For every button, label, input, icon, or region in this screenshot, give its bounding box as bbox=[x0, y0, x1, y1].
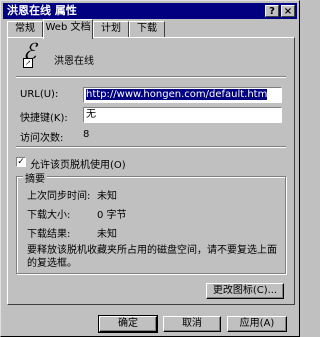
summary-legend: 摘要 bbox=[23, 170, 47, 185]
tab-general[interactable]: 常规 bbox=[7, 21, 43, 37]
summary-note: 要释放该脱机收藏夹所占用的磁盘空间，请不要复选上面的复选框。 bbox=[27, 245, 277, 269]
divider bbox=[16, 146, 286, 148]
download-result-value: 未知 bbox=[97, 229, 117, 240]
close-button[interactable]: × bbox=[281, 5, 295, 17]
shortcut-key-field[interactable]: 无 bbox=[83, 107, 282, 123]
last-sync-label: 上次同步时间: bbox=[27, 191, 91, 202]
offline-checkbox-label[interactable]: 允许该页脱机使用(O) bbox=[30, 156, 126, 171]
download-size-value: 0 字节 bbox=[97, 210, 127, 221]
divider bbox=[16, 76, 286, 78]
offline-checkbox[interactable]: ✓ bbox=[16, 157, 26, 167]
title-bar[interactable]: 洪恩在线 属性 ? × bbox=[3, 3, 297, 19]
tab-download[interactable]: 下载 bbox=[129, 21, 165, 37]
tab-schedule[interactable]: 计划 bbox=[93, 21, 129, 37]
ok-button[interactable]: 确定 bbox=[98, 315, 158, 333]
visits-label: 访问次数: bbox=[20, 133, 64, 144]
help-button[interactable]: ? bbox=[265, 5, 279, 17]
url-label: URL(U): bbox=[20, 89, 59, 100]
cancel-button[interactable]: 取消 bbox=[163, 316, 221, 332]
properties-dialog: 洪恩在线 属性 ? × 常规 Web 文档 计划 下载 ℰ ↗ 洪恩在线 URL(… bbox=[0, 0, 300, 337]
shortcut-label: 快捷键(K): bbox=[20, 113, 68, 124]
download-result-label: 下载结果: bbox=[27, 229, 71, 240]
internet-shortcut-icon: ℰ ↗ bbox=[23, 40, 37, 68]
site-name: 洪恩在线 bbox=[54, 56, 94, 67]
change-icon-button[interactable]: 更改图标(C)... bbox=[206, 283, 284, 299]
tab-web-document[interactable]: Web 文档 bbox=[43, 19, 93, 39]
last-sync-value: 未知 bbox=[97, 191, 117, 202]
tab-panel: ℰ ↗ 洪恩在线 URL(U): http://www.hongen.com/de… bbox=[7, 37, 295, 305]
url-value: http://www.hongen.com/default.htm bbox=[86, 89, 268, 100]
download-size-label: 下载大小: bbox=[27, 210, 71, 221]
url-field[interactable]: http://www.hongen.com/default.htm bbox=[83, 87, 282, 103]
apply-button[interactable]: 应用(A) bbox=[227, 316, 287, 332]
visits-value: 8 bbox=[83, 129, 90, 140]
window-title: 洪恩在线 属性 bbox=[7, 4, 77, 17]
summary-group: 摘要 上次同步时间: 未知 下载大小: 0 字节 下载结果: 未知 要释放该脱机… bbox=[16, 170, 286, 274]
